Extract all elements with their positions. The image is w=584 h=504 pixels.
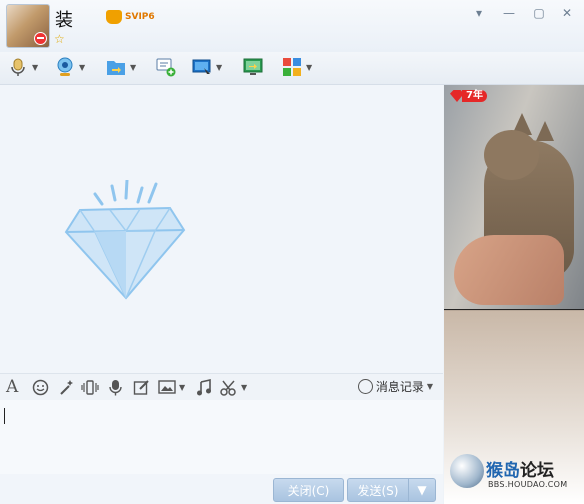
video-menu-arrow-icon[interactable]: ▼ xyxy=(79,63,85,72)
hand xyxy=(454,235,564,305)
toolbar: ▼ ▼ ▼ ▼ ▼ xyxy=(0,52,584,85)
clock-icon xyxy=(357,379,373,394)
chat-add-icon xyxy=(156,58,176,77)
webcam-icon xyxy=(57,57,73,76)
message-history-button[interactable]: 消息记录 ▼ xyxy=(357,378,433,395)
message-history-label: 消息记录 xyxy=(375,380,424,394)
apps-button[interactable]: ▼ xyxy=(282,55,312,79)
contact-avatar[interactable] xyxy=(6,4,50,48)
edit-icon[interactable] xyxy=(133,378,150,396)
voice-message-icon[interactable] xyxy=(108,378,123,396)
send-file-button[interactable]: ▼ xyxy=(106,55,136,79)
side-show-panel[interactable]: 7年 猴岛论坛 BBS.HOUDAO.COM xyxy=(444,85,584,504)
cat-ear xyxy=(536,121,554,141)
logo-url: BBS.HOUDAO.COM xyxy=(488,480,568,489)
membership-year-badge[interactable]: 7年 xyxy=(450,90,487,102)
magic-wand-icon[interactable] xyxy=(58,378,75,396)
logo-char: 猴 xyxy=(486,461,503,481)
logo-char: 坛 xyxy=(537,461,554,481)
voice-call-button[interactable]: ▼ xyxy=(8,55,38,79)
file-menu-arrow-icon[interactable]: ▼ xyxy=(130,63,136,72)
history-menu-arrow-icon[interactable]: ▼ xyxy=(427,382,433,391)
footer-bar: 关闭(C) 发送(S) ▼ xyxy=(0,474,443,504)
video-call-button[interactable]: ▼ xyxy=(55,55,85,79)
remote-assistance-button[interactable]: ▼ xyxy=(192,55,222,79)
format-toolbar: A ▼ ▼ 消息记录 ▼ xyxy=(0,373,443,400)
vip-badge[interactable]: SVIP6 xyxy=(106,10,155,24)
screenshot-scissors-icon[interactable]: ▼ xyxy=(220,378,247,396)
star-icon[interactable]: ☆ xyxy=(54,32,65,46)
watermark-logo: 猴岛论坛 BBS.HOUDAO.COM xyxy=(448,450,580,500)
font-icon[interactable]: A xyxy=(6,377,18,397)
close-button[interactable]: 关闭(C) xyxy=(273,478,344,502)
logo-char: 论 xyxy=(520,461,537,481)
send-button[interactable]: 发送(S) xyxy=(347,478,409,502)
remote-menu-arrow-icon[interactable]: ▼ xyxy=(216,63,222,72)
chevron-down-icon[interactable]: ▾ xyxy=(470,6,488,20)
text-caret xyxy=(4,408,5,424)
voice-menu-arrow-icon[interactable]: ▼ xyxy=(32,63,38,72)
crown-icon xyxy=(106,10,122,24)
minimize-icon[interactable]: — xyxy=(500,6,518,20)
logo-char: 岛 xyxy=(503,461,520,481)
remote-desktop-icon xyxy=(192,59,211,74)
emoji-icon[interactable] xyxy=(32,378,49,396)
busy-status-icon xyxy=(34,32,47,45)
apps-grid-icon xyxy=(283,58,301,76)
vibrate-icon[interactable] xyxy=(81,378,99,396)
create-discussion-button[interactable] xyxy=(156,55,176,79)
screenshot-menu-arrow-icon[interactable]: ▼ xyxy=(241,383,247,392)
contact-name[interactable]: 装 xyxy=(55,6,73,32)
title-bar: 装 ☆ SVIP6 ▾ — ▢ ✕ xyxy=(0,0,584,52)
diamond-watermark-icon xyxy=(64,180,186,300)
message-history-area[interactable] xyxy=(0,85,443,373)
maximize-icon[interactable]: ▢ xyxy=(530,6,548,20)
image-icon[interactable]: ▼ xyxy=(158,378,185,396)
message-input[interactable] xyxy=(0,400,443,474)
globe-icon xyxy=(450,454,484,488)
image-menu-arrow-icon[interactable]: ▼ xyxy=(179,383,185,392)
folder-transfer-icon xyxy=(107,61,125,75)
cat-head xyxy=(484,130,539,180)
close-icon[interactable]: ✕ xyxy=(558,6,576,20)
apps-menu-arrow-icon[interactable]: ▼ xyxy=(306,63,312,72)
send-options-arrow-icon[interactable]: ▼ xyxy=(408,478,436,502)
music-icon[interactable] xyxy=(196,378,212,396)
screen-share-icon xyxy=(243,58,263,75)
share-screen-button[interactable] xyxy=(243,55,263,79)
microphone-icon xyxy=(11,58,25,76)
cat-photo xyxy=(444,85,584,310)
year-label: 7年 xyxy=(462,90,487,102)
vip-label: SVIP6 xyxy=(125,12,155,22)
logo-title: 猴岛论坛 xyxy=(486,456,554,481)
